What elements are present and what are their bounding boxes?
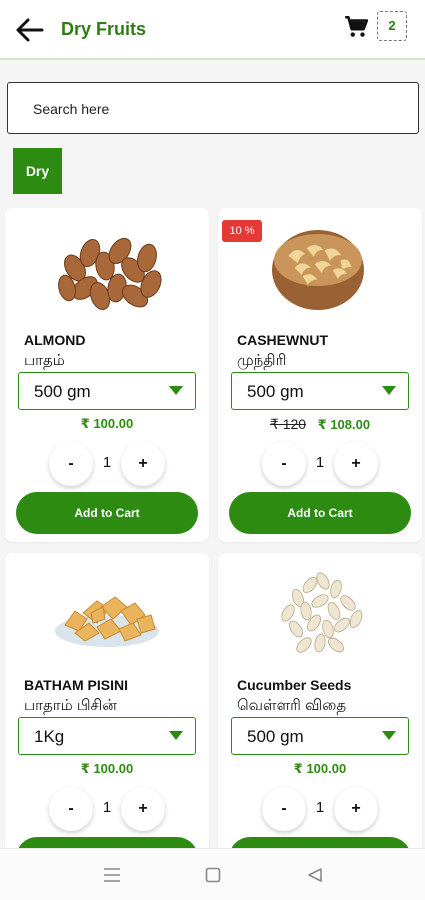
pisini-image bbox=[55, 596, 159, 647]
qty-value: 1 bbox=[102, 454, 112, 471]
weight-value: 500 gm bbox=[247, 382, 304, 401]
system-nav-bar bbox=[0, 848, 425, 900]
cart-icon[interactable] bbox=[343, 14, 369, 40]
mrp-price: ₹ 120 bbox=[269, 416, 307, 432]
qty-value: 1 bbox=[102, 799, 112, 816]
weight-value: 500 gm bbox=[34, 382, 91, 401]
decrease-qty-button[interactable]: - bbox=[49, 442, 93, 486]
product-card: 10 % CASHEWNUT முந்திரி 500 gm ₹ 120 ₹ 1… bbox=[218, 208, 422, 542]
product-card: ALMOND பாதம் 500 gm ₹ 100.00 - 1 + Add t… bbox=[5, 208, 209, 542]
triangle-back-icon[interactable] bbox=[307, 867, 323, 883]
decrease-qty-button[interactable]: - bbox=[262, 442, 306, 486]
product-name-ta: பாதாம் பிசின் bbox=[24, 697, 117, 714]
weight-select[interactable]: 500 gm bbox=[231, 372, 409, 410]
decrease-qty-button[interactable]: - bbox=[262, 787, 306, 831]
product-name-en: Cucumber Seeds bbox=[237, 677, 352, 693]
price: ₹ 100.00 bbox=[293, 761, 347, 776]
product-name-en: ALMOND bbox=[24, 332, 86, 348]
category-chip-dry[interactable]: Dry bbox=[13, 148, 62, 194]
increase-qty-button[interactable]: + bbox=[334, 787, 378, 831]
price-row: ₹ 100.00 bbox=[5, 761, 209, 777]
decrease-qty-button[interactable]: - bbox=[49, 787, 93, 831]
increase-qty-button[interactable]: + bbox=[121, 442, 165, 486]
menu-icon[interactable] bbox=[103, 867, 121, 883]
add-to-cart-button[interactable]: Add to Cart bbox=[16, 492, 198, 534]
product-name-ta: பாதம் bbox=[24, 352, 65, 369]
price-row: ₹ 100.00 bbox=[5, 416, 209, 432]
weight-value: 1Kg bbox=[34, 727, 65, 746]
seeds-image bbox=[281, 572, 363, 653]
caret-down-icon bbox=[382, 731, 396, 740]
caret-down-icon bbox=[169, 386, 183, 395]
weight-select[interactable]: 500 gm bbox=[18, 372, 196, 410]
price: ₹ 100.00 bbox=[80, 416, 134, 431]
page-title: Dry Fruits bbox=[61, 19, 147, 39]
product-name-ta: வெள்ளரி விதை bbox=[237, 697, 347, 714]
price-row: ₹ 120 ₹ 108.00 bbox=[218, 416, 422, 433]
product-name-ta: முந்திரி bbox=[237, 352, 287, 369]
cart-count-badge[interactable]: 2 bbox=[377, 11, 407, 41]
price: ₹ 108.00 bbox=[317, 417, 371, 432]
search-input[interactable]: Search here bbox=[7, 82, 419, 134]
product-card: BATHAM PISINI பாதாம் பிசின் 1Kg ₹ 100.00… bbox=[5, 553, 209, 853]
qty-value: 1 bbox=[315, 454, 325, 471]
almond-image bbox=[58, 237, 162, 311]
price: ₹ 100.00 bbox=[80, 761, 134, 776]
qty-value: 1 bbox=[315, 799, 325, 816]
discount-badge: 10 % bbox=[222, 220, 262, 242]
add-to-cart-button[interactable]: Add to Cart bbox=[229, 492, 411, 534]
arrow-left-icon[interactable] bbox=[14, 14, 46, 46]
caret-down-icon bbox=[382, 386, 396, 395]
app-bar: Dry Fruits 2 bbox=[0, 0, 425, 60]
product-name-en: BATHAM PISINI bbox=[24, 677, 128, 693]
search-placeholder: Search here bbox=[33, 101, 110, 117]
weight-value: 500 gm bbox=[247, 727, 304, 746]
increase-qty-button[interactable]: + bbox=[334, 442, 378, 486]
product-name-en: CASHEWNUT bbox=[237, 332, 328, 348]
caret-down-icon bbox=[169, 731, 183, 740]
product-card: Cucumber Seeds வெள்ளரி விதை 500 gm ₹ 100… bbox=[218, 553, 422, 853]
price-row: ₹ 100.00 bbox=[218, 761, 422, 777]
weight-select[interactable]: 1Kg bbox=[18, 717, 196, 755]
square-icon[interactable] bbox=[205, 867, 221, 883]
increase-qty-button[interactable]: + bbox=[121, 787, 165, 831]
weight-select[interactable]: 500 gm bbox=[231, 717, 409, 755]
